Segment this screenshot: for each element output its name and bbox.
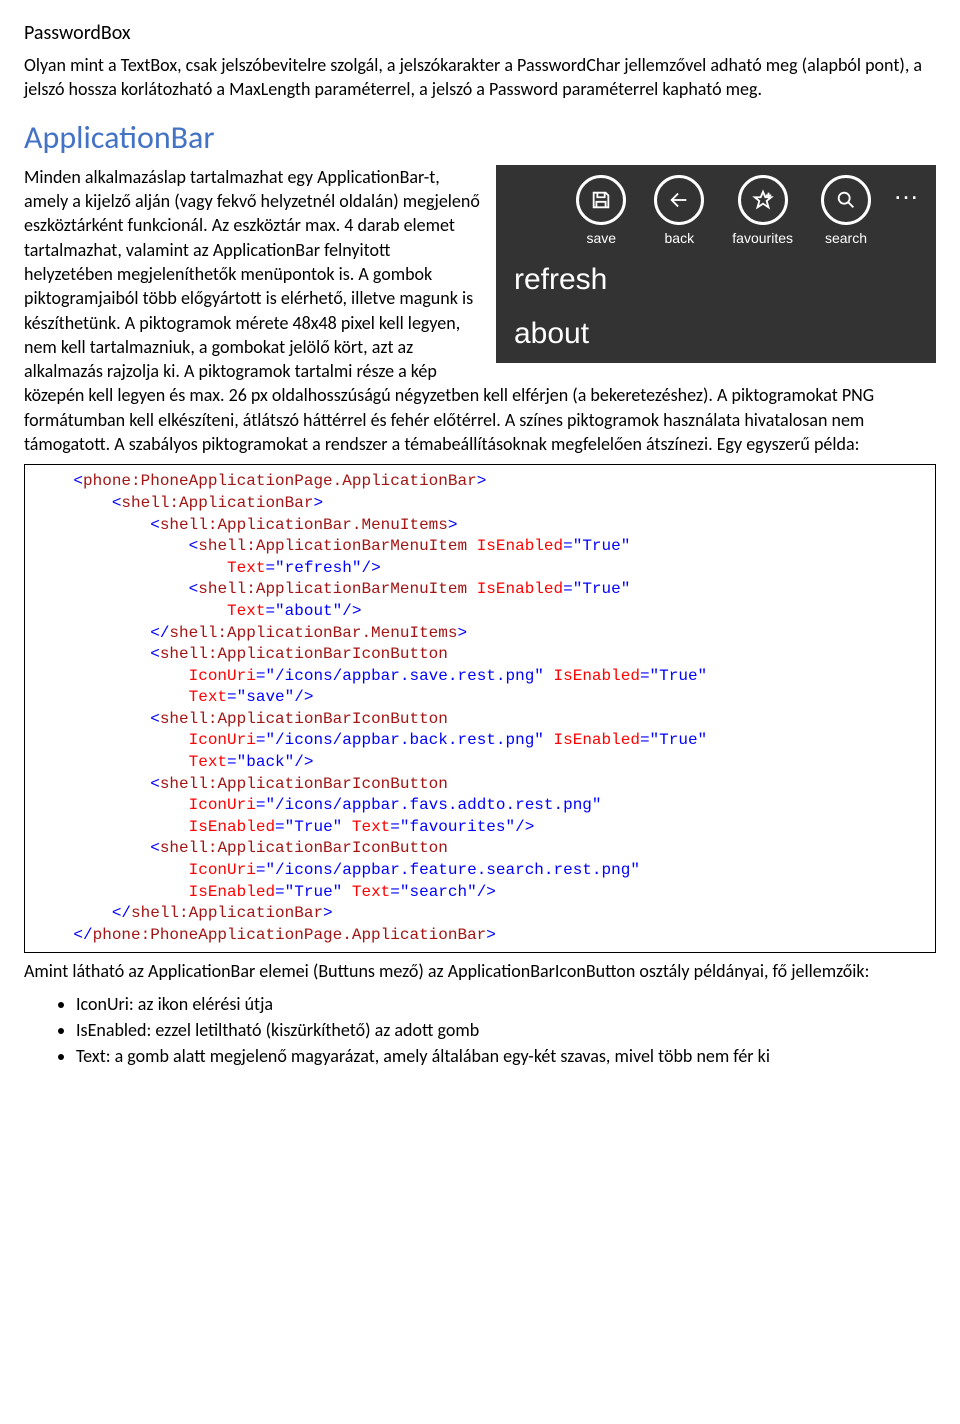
back-icon <box>654 175 704 225</box>
appbar-menu-refresh[interactable]: refresh <box>496 254 936 309</box>
post-code-paragraph: Amint látható az ApplicationBar elemei (… <box>24 959 936 983</box>
appbar-search-button[interactable]: search <box>821 175 871 248</box>
appbar-label: favourites <box>732 229 793 248</box>
section-title-passwordbox: PasswordBox <box>24 20 936 47</box>
feature-list: IconUri: az ikon elérési útja IsEnabled:… <box>24 992 936 1069</box>
section-title-applicationbar: ApplicationBar <box>24 116 936 159</box>
list-item: IconUri: az ikon elérési útja <box>76 992 936 1016</box>
appbar-figure: save back favourites search … <box>496 165 936 363</box>
list-item: Text: a gomb alatt megjelenő magyarázat,… <box>76 1044 936 1068</box>
search-icon <box>821 175 871 225</box>
more-icon[interactable]: … <box>885 173 922 208</box>
passwordbox-body: Olyan mint a TextBox, csak jelszóbevitel… <box>24 53 936 102</box>
favourites-icon <box>738 175 788 225</box>
appbar-back-button[interactable]: back <box>654 175 704 248</box>
appbar-label: save <box>587 229 617 248</box>
appbar-label: search <box>825 229 867 248</box>
appbar-save-button[interactable]: save <box>576 175 626 248</box>
appbar-favourites-button[interactable]: favourites <box>732 175 793 248</box>
appbar-menu-about[interactable]: about <box>496 308 936 363</box>
appbar-label: back <box>665 229 695 248</box>
code-sample: <phone:PhoneApplicationPage.ApplicationB… <box>24 464 936 953</box>
list-item: IsEnabled: ezzel letiltható (kiszürkíthe… <box>76 1018 936 1042</box>
save-icon <box>576 175 626 225</box>
